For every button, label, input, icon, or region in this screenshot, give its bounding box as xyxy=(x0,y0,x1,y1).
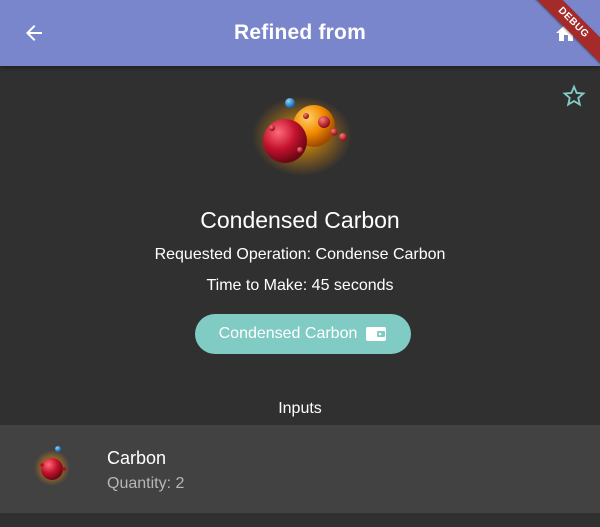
star-outline-icon xyxy=(562,84,586,107)
input-name: Carbon xyxy=(107,448,167,468)
wallet-icon xyxy=(366,327,387,341)
input-quantity: Quantity: 2 xyxy=(107,475,185,492)
app-bar: Refined from xyxy=(0,0,600,66)
favorite-button[interactable] xyxy=(558,80,590,112)
item-name: Condensed Carbon xyxy=(200,207,400,233)
inputs-header: Inputs xyxy=(278,400,322,417)
arrow-back-icon xyxy=(26,25,42,41)
back-button[interactable] xyxy=(14,13,54,53)
chip-label: Condensed Carbon xyxy=(218,325,358,342)
list-bottom xyxy=(0,513,600,527)
time-to-make: Time to Make: 45 seconds xyxy=(206,277,394,294)
requested-operation: Requested Operation: Condense Carbon xyxy=(154,246,446,263)
carbon-atom-icon xyxy=(30,441,76,487)
page-title: Refined from xyxy=(234,21,366,44)
list-item[interactable]: Carbon Quantity: 2 xyxy=(0,425,600,513)
condensed-carbon-molecule-icon xyxy=(250,88,360,178)
condensed-carbon-chip[interactable]: Condensed Carbon xyxy=(195,314,411,354)
